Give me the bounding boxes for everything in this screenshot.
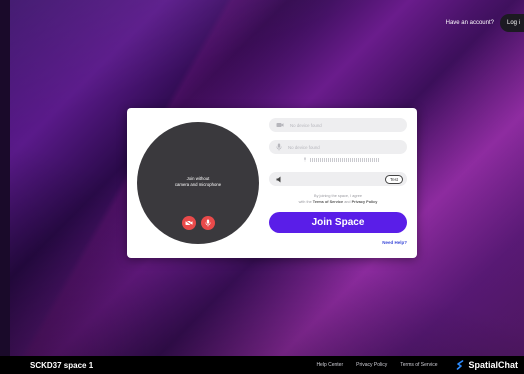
brand-name: SpatialChat — [468, 360, 518, 370]
terms-notice: By joining the space, I agree with the T… — [269, 194, 407, 205]
space-name: SCKD37 space 1 — [30, 360, 94, 370]
join-card: Join without camera and microphone No de… — [127, 108, 417, 258]
terms-prefix: with the — [298, 199, 312, 204]
join-space-button[interactable]: Join Space — [269, 212, 407, 233]
camera-icon — [276, 123, 284, 127]
camera-off-icon — [185, 220, 193, 226]
login-button[interactable]: Log i — [499, 14, 524, 32]
microphone-off-icon — [205, 219, 211, 227]
top-bar: Have an account? Log i — [446, 14, 524, 32]
microphone-icon — [276, 143, 282, 151]
terms-and: and — [344, 199, 351, 204]
preview-message: Join without camera and microphone — [137, 176, 259, 188]
footer-bar: SCKD37 space 1 Help Center Privacy Polic… — [0, 356, 524, 374]
camera-select[interactable]: No device found — [269, 118, 407, 132]
brand-logo[interactable]: SpatialChat — [456, 360, 518, 370]
microphone-select-value: No device found — [288, 144, 320, 150]
preview-message-line2: camera and microphone — [174, 182, 222, 187]
camera-toggle-button[interactable] — [182, 216, 196, 230]
level-bar — [310, 157, 380, 162]
microphone-toggle-button[interactable] — [201, 216, 215, 230]
privacy-policy-link[interactable]: Privacy Policy — [352, 200, 378, 204]
camera-select-value: No device found — [290, 122, 322, 128]
video-preview-circle: Join without camera and microphone — [137, 122, 259, 244]
small-microphone-icon — [304, 157, 306, 162]
microphone-select[interactable]: No device found — [269, 140, 407, 154]
microphone-level-meter — [303, 157, 380, 162]
footer-links: Help Center Privacy Policy Terms of Serv… — [316, 360, 518, 370]
speaker-select[interactable]: Test — [269, 172, 407, 186]
have-account-text: Have an account? — [445, 20, 494, 26]
spatialchat-logo-icon — [457, 360, 464, 370]
need-help-link[interactable]: Need Help? — [382, 240, 407, 245]
left-edge-strip — [0, 0, 10, 356]
help-center-link[interactable]: Help Center — [316, 362, 343, 368]
terms-of-service-footer-link[interactable]: Terms of Service — [400, 362, 437, 368]
terms-of-service-link[interactable]: Terms of Service — [313, 200, 343, 204]
test-speaker-button[interactable]: Test — [385, 174, 403, 184]
speaker-volume-slider[interactable] — [289, 178, 379, 180]
privacy-policy-footer-link[interactable]: Privacy Policy — [356, 362, 387, 368]
terms-line2: with the Terms of Service and Privacy Po… — [269, 200, 407, 206]
speaker-icon — [276, 176, 281, 182]
